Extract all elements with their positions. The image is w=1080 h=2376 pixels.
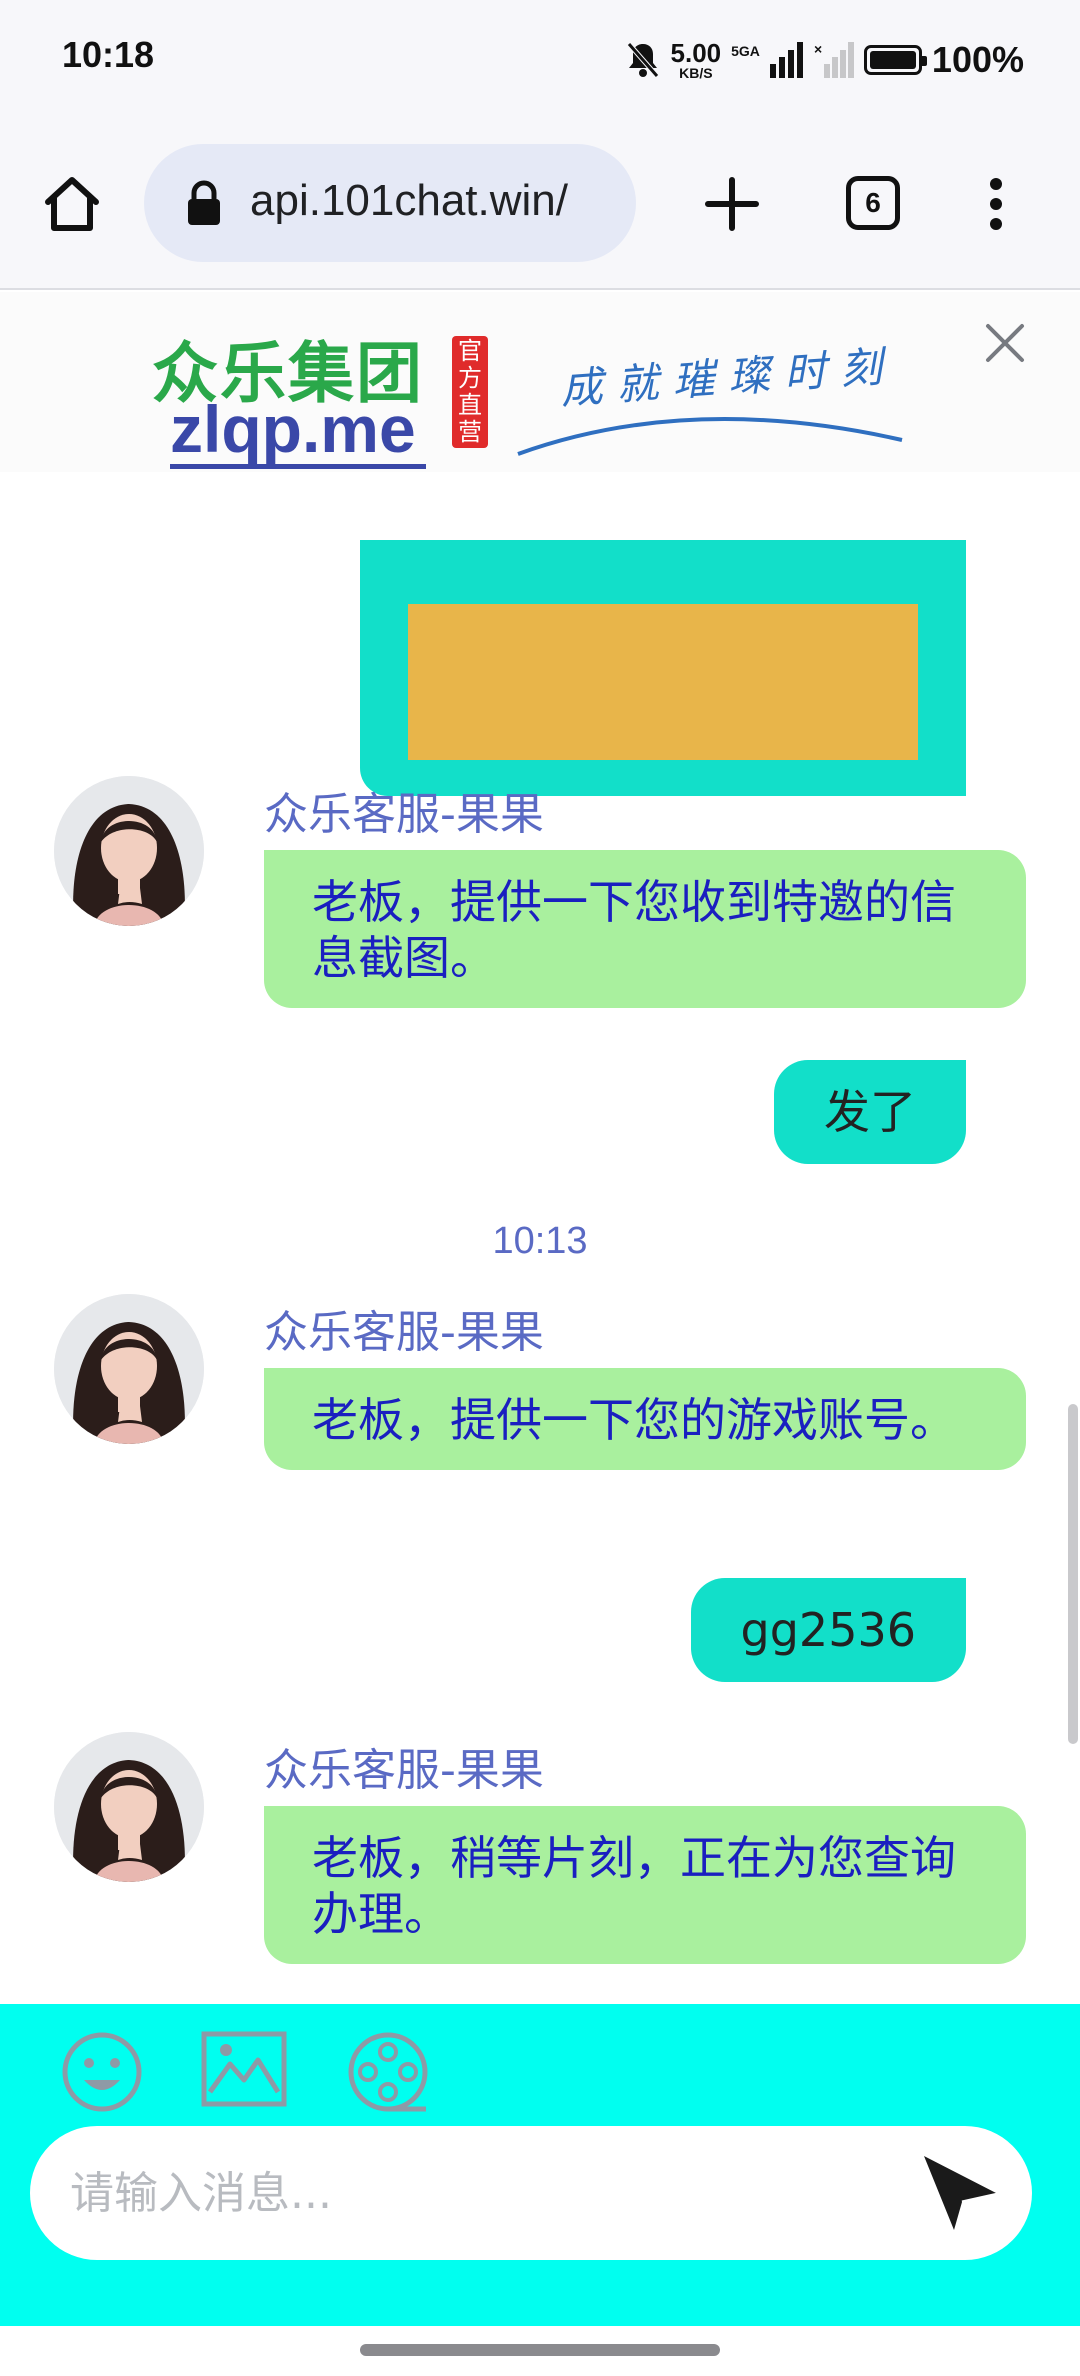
net-speed-value: 5.00 (670, 38, 722, 68)
home-icon[interactable] (40, 172, 104, 236)
ad-banner[interactable]: 众乐集团 zlqp.me 官方直营 成就璀璨时刻 (0, 292, 1080, 472)
chat-messages[interactable]: 众乐客服-果果 老板，提供一下您收到特邀的信息截图。 发了 10:13 众乐客服… (0, 472, 1080, 2000)
incoming-message[interactable]: 老板，稍等片刻，正在为您查询办理。 (264, 1806, 1026, 1964)
outgoing-message[interactable]: gg2536 (690, 1578, 966, 1682)
incoming-message[interactable]: 老板，提供一下您的游戏账号。 (264, 1368, 1026, 1470)
more-vert-icon[interactable] (976, 174, 1016, 234)
gesture-bar (0, 2326, 1080, 2376)
battery-icon (863, 45, 927, 75)
avatar[interactable] (54, 1294, 204, 1444)
svg-text:×: × (814, 42, 822, 57)
sender-name: 众乐客服-果果 (264, 789, 544, 840)
net-speed: 5.00 KB/S (671, 40, 722, 80)
video-icon[interactable] (346, 2030, 430, 2114)
no-signal-icon: × (814, 42, 854, 78)
message-input[interactable] (30, 2126, 1032, 2260)
status-icons: 5.00 KB/S 5GA × 100% (625, 30, 1024, 90)
ad-domain: zlqp.me (170, 392, 416, 466)
battery-percent: 100% (931, 39, 1024, 80)
avatar[interactable] (54, 1732, 204, 1882)
ad-domain-underline (170, 464, 426, 469)
close-icon[interactable] (980, 318, 1030, 368)
plus-icon[interactable] (702, 174, 762, 234)
scrollbar[interactable] (1068, 1404, 1078, 1744)
message-time: 10:13 (492, 1220, 588, 1262)
send-icon[interactable] (918, 2150, 1002, 2234)
incoming-message[interactable]: 老板，提供一下您收到特邀的信息截图。 (264, 850, 1026, 1008)
lock-icon[interactable] (184, 180, 224, 226)
status-time: 10:18 (62, 34, 155, 75)
signal-icon (769, 42, 803, 78)
network-type: 5GA (731, 43, 760, 59)
input-area (0, 2004, 1080, 2326)
tab-switcher-button[interactable]: 6 (846, 176, 900, 230)
net-speed-unit: KB/S (679, 65, 713, 81)
message-image[interactable] (408, 604, 918, 760)
home-indicator[interactable] (360, 2344, 720, 2356)
status-bar: 10:18 5.00 KB/S 5GA × 100% (0, 0, 1080, 120)
sender-name: 众乐客服-果果 (264, 1307, 544, 1358)
avatar[interactable] (54, 776, 204, 926)
sender-name: 众乐客服-果果 (264, 1745, 544, 1796)
outgoing-message[interactable]: 发了 (774, 1060, 966, 1164)
outgoing-image-message[interactable] (360, 540, 966, 796)
url-text[interactable]: api.101chat.win/ (250, 176, 568, 226)
address-bar[interactable]: api.101chat.win/ (144, 144, 636, 262)
browser-toolbar: api.101chat.win/ 6 (0, 120, 1080, 290)
mute-bell-icon (626, 42, 659, 78)
image-icon[interactable] (200, 2030, 288, 2108)
ad-seal: 官方直营 (452, 336, 488, 448)
emoji-icon[interactable] (60, 2030, 144, 2114)
